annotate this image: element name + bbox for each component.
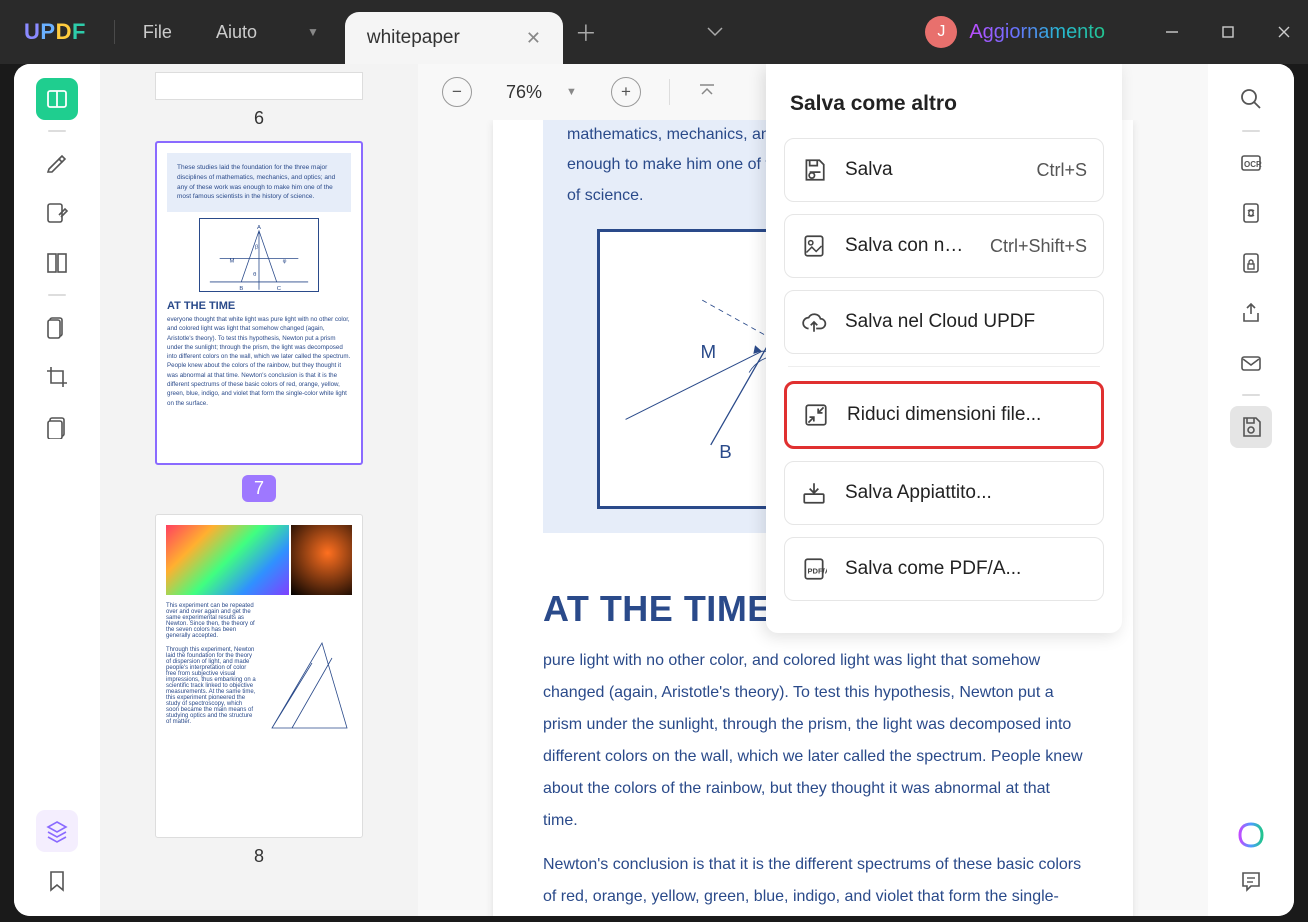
zoom-in-button[interactable]: + (611, 77, 641, 107)
menu-help[interactable]: Aiuto (216, 22, 257, 43)
thumbnail-page-6[interactable] (155, 72, 363, 100)
share-tool[interactable] (1230, 292, 1272, 334)
window-maximize-icon[interactable] (1204, 13, 1252, 51)
doc-body-1: everyone thought that white light was pu… (543, 608, 1083, 829)
email-tool[interactable] (1230, 342, 1272, 384)
svg-text:M: M (229, 258, 234, 264)
comment-tool[interactable] (1230, 860, 1272, 902)
thumb-label: 6 (254, 108, 264, 129)
menu-dropdown-icon[interactable]: ▼ (307, 25, 319, 39)
bookmark-tool[interactable] (36, 860, 78, 902)
divider (114, 20, 115, 44)
doc-heading: AT THE TIME (543, 588, 772, 629)
pages-tool[interactable] (36, 242, 78, 284)
flatten-icon (801, 480, 827, 506)
user-avatar[interactable]: J (925, 16, 957, 48)
doc-body-2: Newton's conclusion is that it is the di… (543, 849, 1083, 916)
svg-text:β: β (255, 245, 259, 251)
svg-text:PDF/A: PDF/A (808, 566, 828, 575)
titlebar: UPDF File Aiuto ▼ whitepaper ✕ ＋ J Aggio… (0, 0, 1308, 64)
right-toolbar: OCR (1208, 64, 1294, 916)
upgrade-button[interactable]: Aggiornamento (969, 21, 1105, 44)
save-item[interactable]: Salva Ctrl+S (784, 138, 1104, 202)
compress-icon (803, 402, 829, 428)
left-toolbar (14, 64, 100, 916)
ai-assistant-button[interactable] (1234, 818, 1268, 852)
save-pdfa-item[interactable]: PDF/A Salva come PDF/A... (784, 537, 1104, 601)
search-tool[interactable] (1230, 78, 1272, 120)
svg-text:φ: φ (283, 258, 287, 264)
convert-tool[interactable] (1230, 192, 1272, 234)
tab-title: whitepaper (367, 27, 460, 49)
stamp-tool[interactable] (36, 406, 78, 448)
menu-file[interactable]: File (143, 22, 172, 43)
zoom-level[interactable]: 76%▼ (506, 82, 577, 103)
cloud-icon (801, 309, 827, 335)
thumbnails-panel: 6 These studies laid the foundation for … (100, 64, 418, 916)
save-as-icon (801, 233, 827, 259)
svg-text:θ: θ (253, 272, 256, 278)
window-close-icon[interactable] (1260, 13, 1308, 51)
reader-tool[interactable] (36, 78, 78, 120)
thumbnail-page-8[interactable]: This experiment can be repeated over and… (155, 514, 363, 838)
panel-title: Salva come altro (790, 92, 1098, 116)
pdfa-icon: PDF/A (801, 556, 827, 582)
save-flattened-item[interactable]: Salva Appiattito... (784, 461, 1104, 525)
svg-text:B: B (719, 441, 732, 462)
svg-text:C: C (277, 286, 282, 292)
edit-tool[interactable] (36, 192, 78, 234)
svg-text:OCR: OCR (1244, 160, 1262, 169)
save-icon (801, 157, 827, 183)
zoom-out-button[interactable]: − (442, 77, 472, 107)
protect-tool[interactable] (1230, 242, 1272, 284)
form-tool[interactable] (36, 306, 78, 348)
save-cloud-item[interactable]: Salva nel Cloud UPDF (784, 290, 1104, 354)
svg-text:B: B (239, 286, 243, 292)
document-view: − 76%▼ + mathematics, mechanics, and opt… (418, 64, 1208, 916)
layers-tool[interactable] (36, 810, 78, 852)
save-as-item[interactable]: Salva con nom.. Ctrl+Shift+S (784, 214, 1104, 278)
document-tab[interactable]: whitepaper ✕ (345, 12, 563, 64)
thumbnail-page-7[interactable]: These studies laid the foundation for th… (155, 141, 363, 465)
highlighter-tool[interactable] (36, 142, 78, 184)
save-as-other-tool[interactable] (1230, 406, 1272, 448)
tab-list-dropdown-icon[interactable] (707, 24, 723, 40)
svg-text:M: M (701, 341, 717, 362)
thumb-label: 8 (254, 846, 264, 867)
save-as-other-panel: Salva come altro Salva Ctrl+S Salva con … (766, 64, 1122, 633)
scroll-top-icon[interactable] (698, 82, 716, 103)
tab-add-button[interactable]: ＋ (575, 16, 597, 48)
reduce-size-item[interactable]: Riduci dimensioni file... (784, 381, 1104, 449)
tab-close-icon[interactable]: ✕ (526, 28, 541, 49)
app-logo: UPDF (24, 19, 86, 45)
ocr-tool[interactable]: OCR (1230, 142, 1272, 184)
svg-text:A: A (257, 225, 261, 231)
crop-tool[interactable] (36, 356, 78, 398)
thumb-label-current: 7 (242, 475, 276, 502)
window-minimize-icon[interactable] (1148, 13, 1196, 51)
